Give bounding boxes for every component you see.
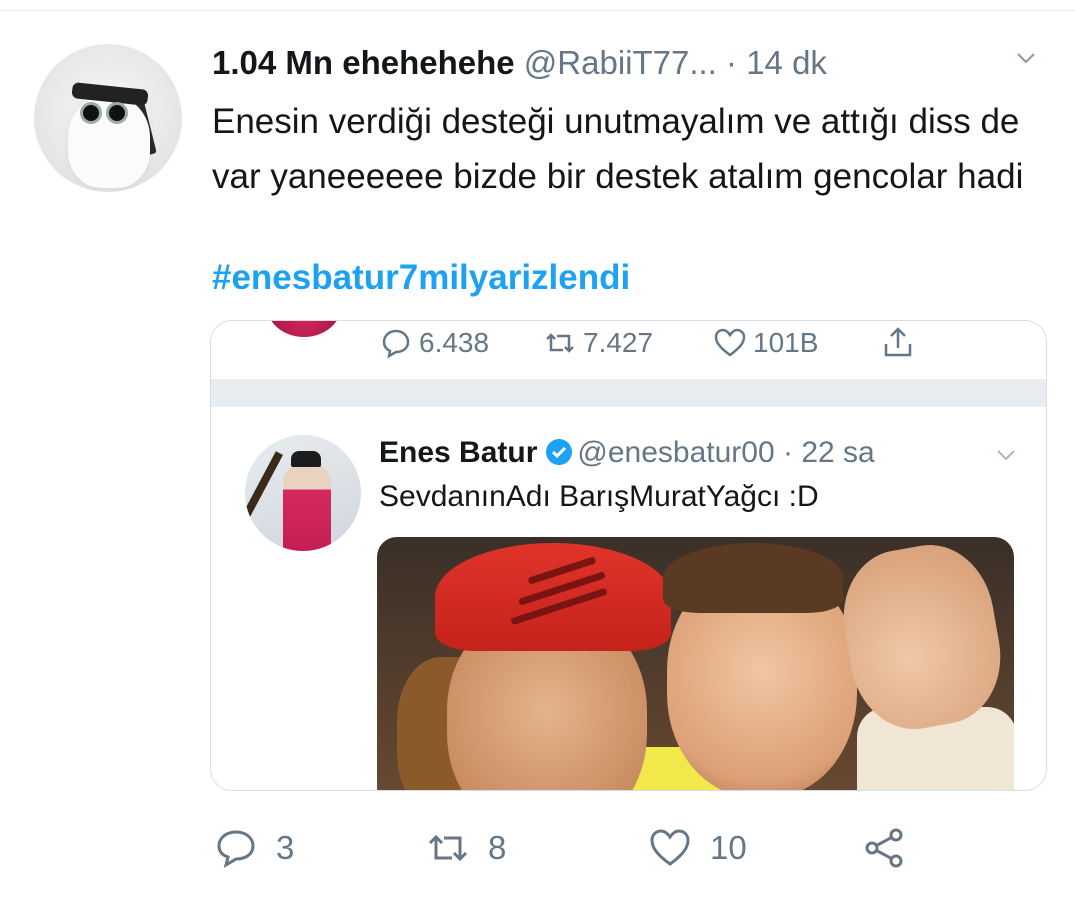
- tweet-actions: 3 8 10: [0, 820, 1075, 880]
- quoted-separator-dot: ·: [783, 436, 793, 469]
- like-icon: [714, 328, 746, 357]
- quoted-tweet-time[interactable]: 22 sa: [801, 436, 874, 469]
- reply-count: 3: [276, 829, 295, 866]
- quoted-reply-action[interactable]: 6.438: [379, 323, 489, 363]
- separator-dot: ·: [726, 44, 738, 81]
- quoted-like-count: 101B: [753, 327, 819, 358]
- like-action[interactable]: 10: [648, 820, 747, 876]
- like-icon: [650, 829, 690, 866]
- quoted-reply-count: 6.438: [419, 327, 490, 358]
- retweet-icon: [546, 333, 574, 353]
- quoted-user-handle[interactable]: @enesbatur00: [577, 436, 774, 469]
- chevron-down-icon[interactable]: [1016, 48, 1036, 68]
- quoted-retweet-count: 7.427: [583, 327, 654, 358]
- quoted-tweet-header: Enes Batur @enesbatur00 · 22 sa: [379, 431, 1019, 475]
- share-icon: [865, 828, 903, 868]
- hashtag-link[interactable]: #enesbatur7milyarizlendi: [212, 252, 630, 304]
- quoted-tweet-text: SevdanınAdı BarışMuratYağcı :D: [379, 480, 819, 513]
- reply-icon: [382, 329, 410, 359]
- share-icon: [884, 327, 912, 357]
- quoted-display-name[interactable]: Enes Batur: [379, 436, 537, 469]
- quoted-user-avatar[interactable]: [245, 435, 361, 551]
- tweet-header: 1.04 Mn ehehehehe @RabiiT77... · 14 dk: [212, 40, 1052, 86]
- retweet-count: 8: [488, 829, 507, 866]
- chevron-down-icon[interactable]: [996, 445, 1016, 465]
- share-action[interactable]: [862, 820, 906, 876]
- top-divider: [0, 10, 1075, 11]
- quoted-prev-actions: 6.438 7.427 101B: [211, 321, 1046, 363]
- reply-action[interactable]: 3: [214, 820, 294, 876]
- quoted-tweet-photo[interactable]: [377, 537, 1014, 790]
- retweet-icon: [428, 834, 468, 862]
- tweet-time[interactable]: 14 dk: [746, 44, 827, 81]
- verified-badge-icon: [546, 439, 573, 465]
- quoted-share-action[interactable]: [881, 323, 915, 363]
- like-count: 10: [710, 829, 747, 866]
- user-avatar[interactable]: [34, 44, 182, 192]
- quoted-tweet-card[interactable]: 6.438 7.427 101B Enes Batur @enesbatur00…: [210, 320, 1047, 791]
- quoted-separator: [211, 379, 1046, 407]
- quoted-like-action[interactable]: 101B: [713, 323, 818, 363]
- retweet-action[interactable]: 8: [426, 820, 506, 876]
- reply-icon: [217, 830, 255, 869]
- display-name[interactable]: 1.04 Mn ehehehehe: [212, 44, 515, 81]
- quoted-retweet-action[interactable]: 7.427: [543, 323, 653, 363]
- user-handle[interactable]: @RabiiT77...: [524, 44, 717, 81]
- tweet-text: Enesin verdiği desteği unutmayalım ve at…: [212, 102, 1024, 196]
